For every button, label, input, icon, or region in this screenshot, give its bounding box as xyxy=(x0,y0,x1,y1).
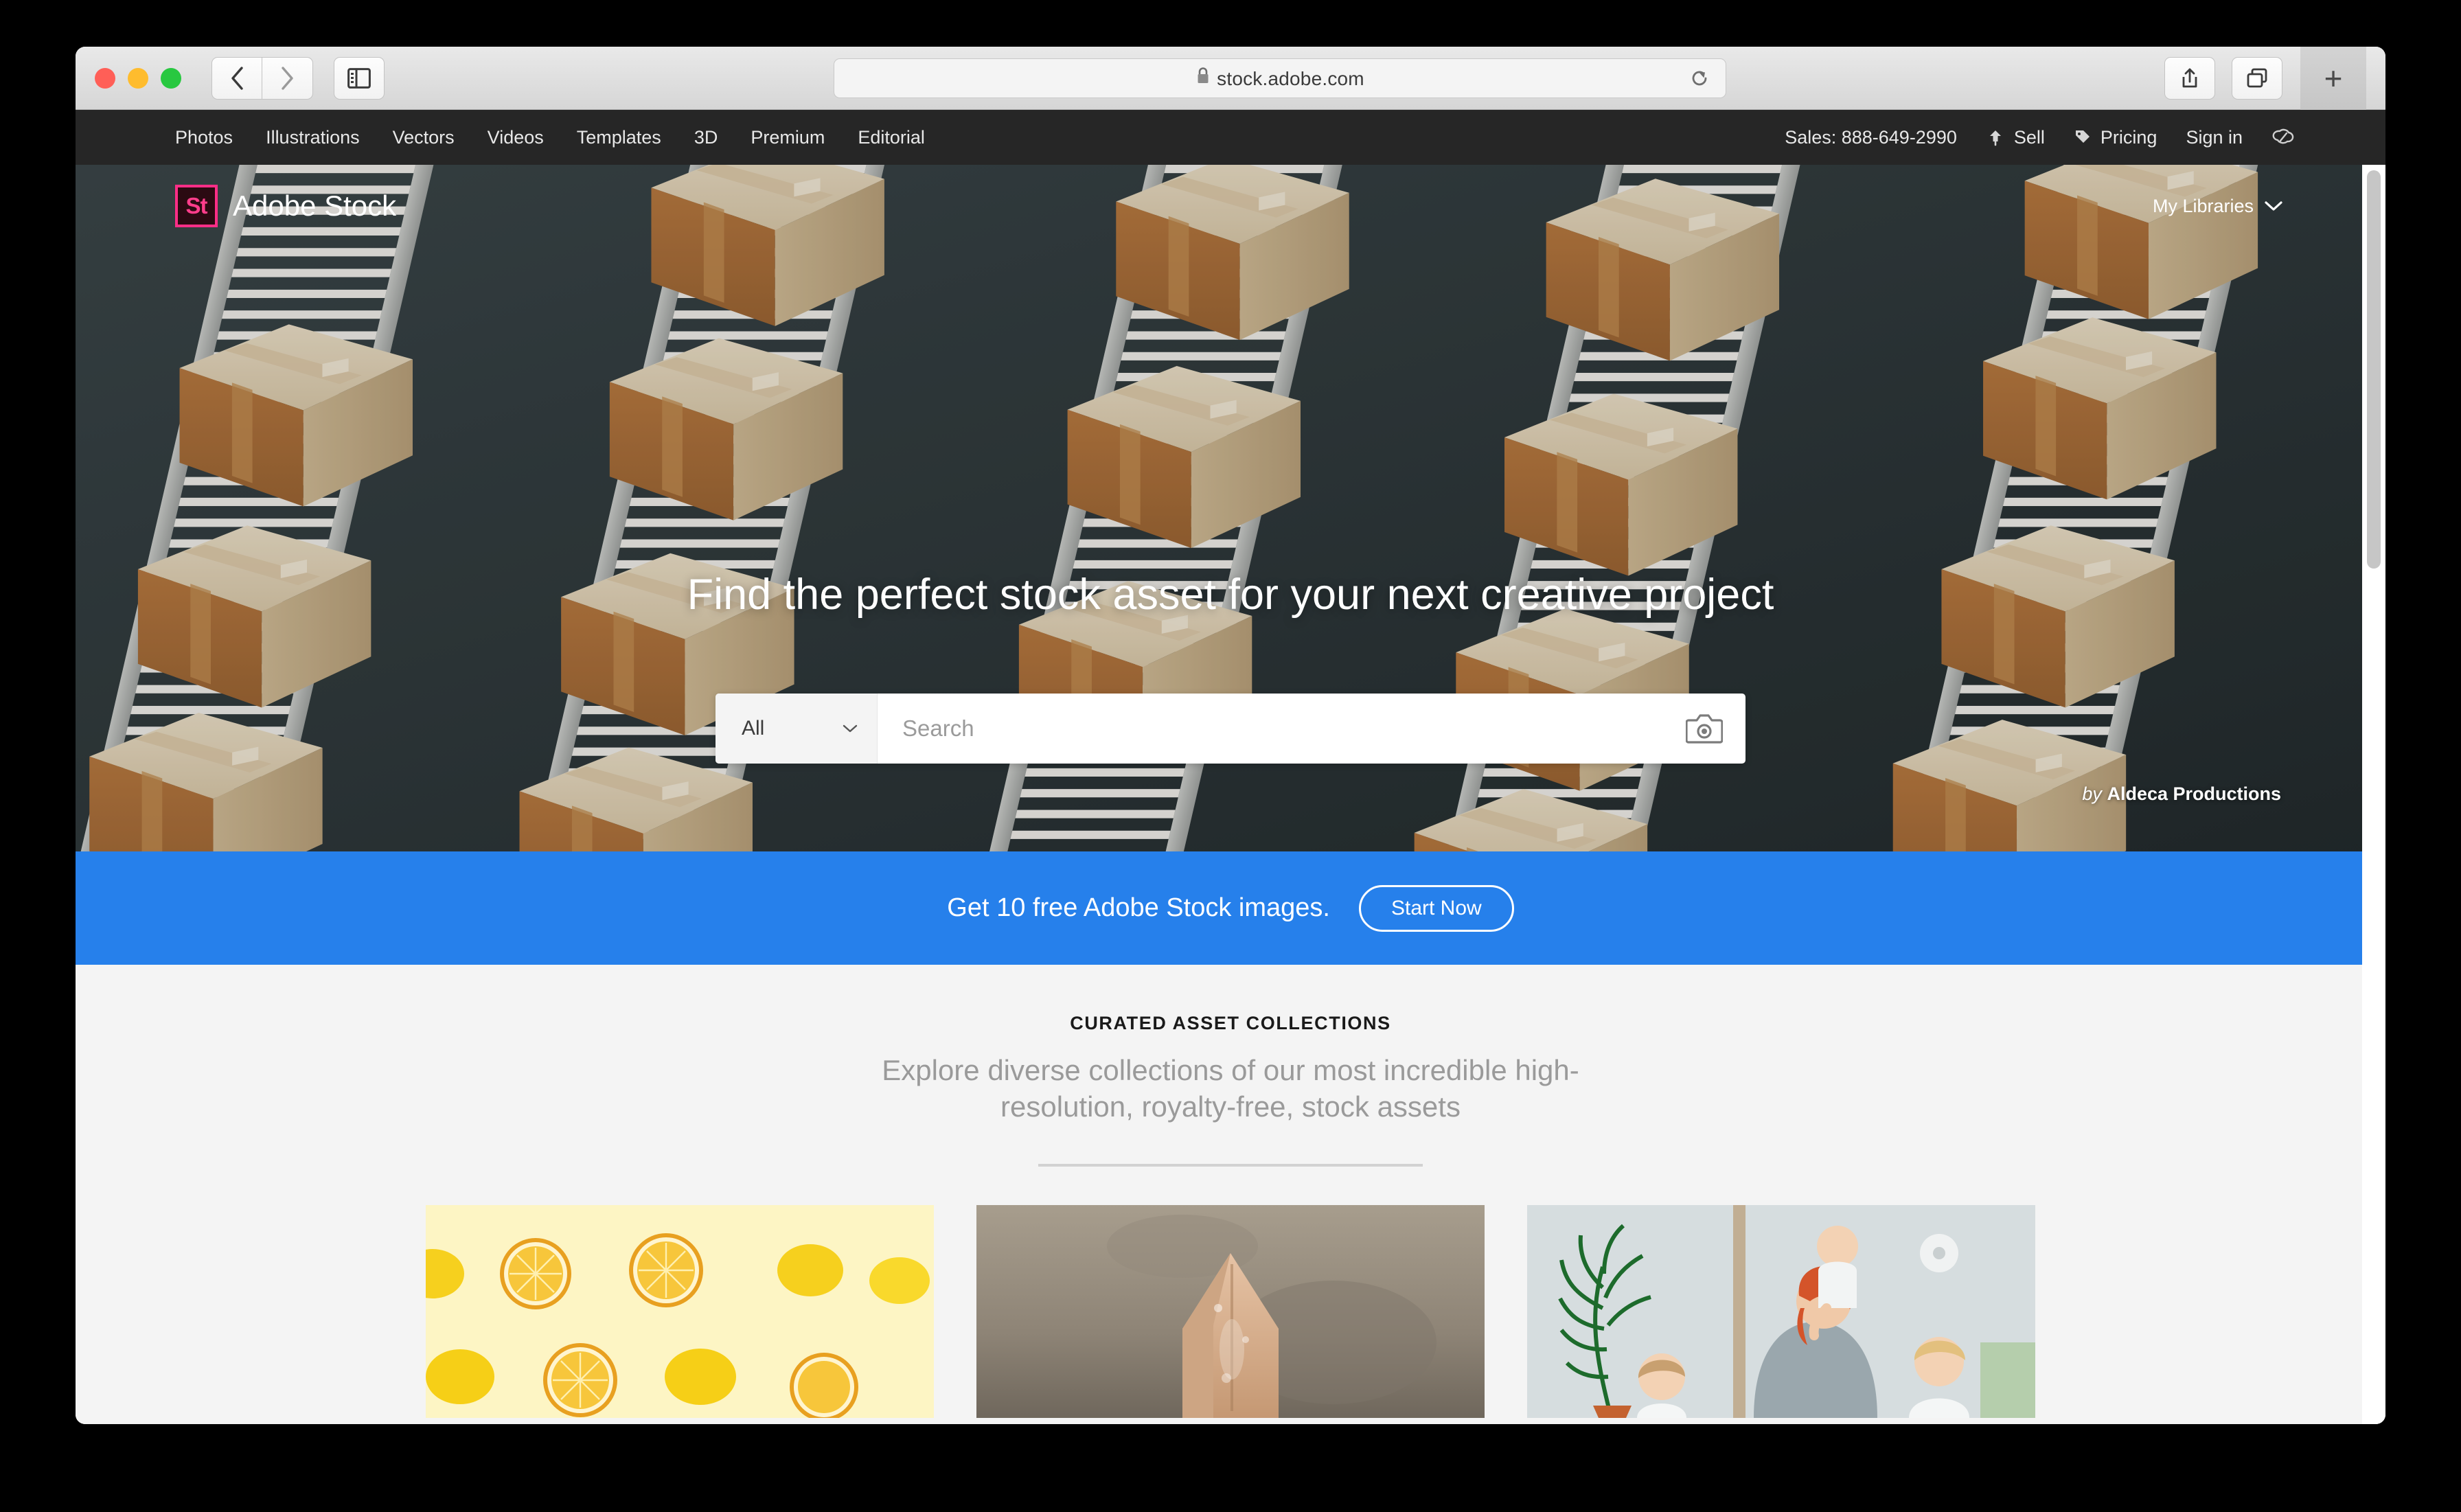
tab-overview-button[interactable] xyxy=(2232,56,2282,100)
lock-icon xyxy=(1195,67,1211,85)
camera-icon xyxy=(1686,714,1723,744)
url-text-wrap: stock.adobe.com xyxy=(1195,67,1364,90)
promo-banner-text: Get 10 free Adobe Stock images. xyxy=(947,893,1330,922)
topnav-links: Photos Illustrations Vectors Videos Temp… xyxy=(175,127,925,148)
toolbar-right-buttons xyxy=(2164,56,2282,100)
hands-washing-image xyxy=(976,1204,1485,1418)
promo-banner: Get 10 free Adobe Stock images. Start No… xyxy=(76,851,2385,965)
new-tab-label: + xyxy=(2324,60,2343,96)
my-libraries-dropdown[interactable]: My Libraries xyxy=(2153,196,2282,217)
topnav-right: Sales: 888-649-2990 Sell Pricing Sign in xyxy=(1785,126,2298,149)
forward-button[interactable] xyxy=(262,56,313,100)
lemons-image xyxy=(426,1204,934,1418)
search-bar: All Search xyxy=(716,694,1745,764)
share-button[interactable] xyxy=(2164,56,2215,100)
hero-header: St Adobe Stock My Libraries xyxy=(76,165,2385,247)
section-subtitle: Explore diverse collections of our most … xyxy=(882,1054,1579,1123)
collection-card-hands-washing[interactable] xyxy=(976,1204,1485,1418)
topnav-item-templates[interactable]: Templates xyxy=(577,127,661,148)
sidebar-toggle-icon xyxy=(347,67,371,89)
hero-headline: Find the perfect stock asset for your ne… xyxy=(687,571,1774,619)
sidebar-toggle-button[interactable] xyxy=(334,56,385,100)
topnav-item-editorial[interactable]: Editorial xyxy=(858,127,925,148)
adobe-stock-logo[interactable]: St Adobe Stock xyxy=(175,185,396,227)
pricing-label: Pricing xyxy=(2100,126,2157,148)
collection-card-family[interactable] xyxy=(1527,1204,2035,1418)
browser-window: stock.adobe.com + Photos Illustrations V… xyxy=(76,47,2385,1424)
topnav-item-illustrations[interactable]: Illustrations xyxy=(266,127,360,148)
signin-link[interactable]: Sign in xyxy=(2186,127,2243,148)
back-button[interactable] xyxy=(211,56,262,100)
start-now-button[interactable]: Start Now xyxy=(1358,884,1514,932)
reload-icon xyxy=(1692,71,1707,86)
window-controls xyxy=(95,67,181,89)
topnav-item-photos[interactable]: Photos xyxy=(175,127,233,148)
new-tab-button[interactable]: + xyxy=(2300,47,2366,110)
collection-card-lemons[interactable] xyxy=(426,1204,934,1418)
topnav-item-vectors[interactable]: Vectors xyxy=(393,127,455,148)
minimize-window-button[interactable] xyxy=(128,67,148,89)
chevron-left-icon xyxy=(231,66,243,90)
upload-cloud-icon xyxy=(1989,130,2001,146)
family-image xyxy=(1527,1204,2035,1418)
share-icon xyxy=(2182,68,2197,87)
search-input[interactable]: Search xyxy=(878,715,1663,742)
close-window-button[interactable] xyxy=(95,67,115,89)
creative-cloud-icon[interactable] xyxy=(2271,126,2298,149)
st-badge-label: St xyxy=(185,193,208,218)
tab-overview-icon xyxy=(2247,68,2267,87)
chevron-down-icon xyxy=(2265,201,2282,211)
sell-link[interactable]: Sell xyxy=(1986,127,2045,148)
maximize-window-button[interactable] xyxy=(161,67,181,89)
pricing-link[interactable]: Pricing xyxy=(2074,127,2157,148)
sell-label: Sell xyxy=(2013,126,2045,148)
page-scrollbar[interactable] xyxy=(2362,165,2385,1424)
sales-phone[interactable]: Sales: 888-649-2990 xyxy=(1785,127,1957,148)
topnav-item-premium[interactable]: Premium xyxy=(751,127,825,148)
url-host: stock.adobe.com xyxy=(1217,68,1364,89)
st-badge-icon: St xyxy=(175,185,218,227)
chevron-down-icon xyxy=(843,724,858,733)
logo-text: Adobe Stock xyxy=(233,190,397,222)
browser-toolbar: stock.adobe.com + xyxy=(76,47,2385,110)
visual-search-button[interactable] xyxy=(1663,713,1745,744)
topnav-item-3d[interactable]: 3D xyxy=(694,127,718,148)
section-divider xyxy=(1038,1163,1423,1167)
search-category-select[interactable]: All xyxy=(716,694,878,764)
tag-icon xyxy=(2075,130,2090,143)
page-content: Photos Illustrations Vectors Videos Temp… xyxy=(76,110,2385,1424)
attribution-name: Aldeca Productions xyxy=(2107,783,2281,804)
collection-cards xyxy=(76,1204,2385,1418)
my-libraries-label: My Libraries xyxy=(2152,195,2254,216)
search-category-value: All xyxy=(742,717,765,740)
address-bar[interactable]: stock.adobe.com xyxy=(834,58,1726,98)
reload-button[interactable] xyxy=(1689,67,1710,89)
topnav-item-videos[interactable]: Videos xyxy=(488,127,544,148)
chevron-right-icon xyxy=(281,66,293,90)
image-attribution: by Aldeca Productions xyxy=(2082,783,2281,805)
navigation-buttons xyxy=(211,56,313,100)
hero-section: St Adobe Stock My Libraries Find the per… xyxy=(76,165,2385,851)
attribution-by: by xyxy=(2082,783,2102,804)
site-topnav: Photos Illustrations Vectors Videos Temp… xyxy=(76,110,2385,165)
curated-collections-section: CURATED ASSET COLLECTIONS Explore divers… xyxy=(76,965,2385,1424)
section-kicker: CURATED ASSET COLLECTIONS xyxy=(1070,1013,1391,1033)
